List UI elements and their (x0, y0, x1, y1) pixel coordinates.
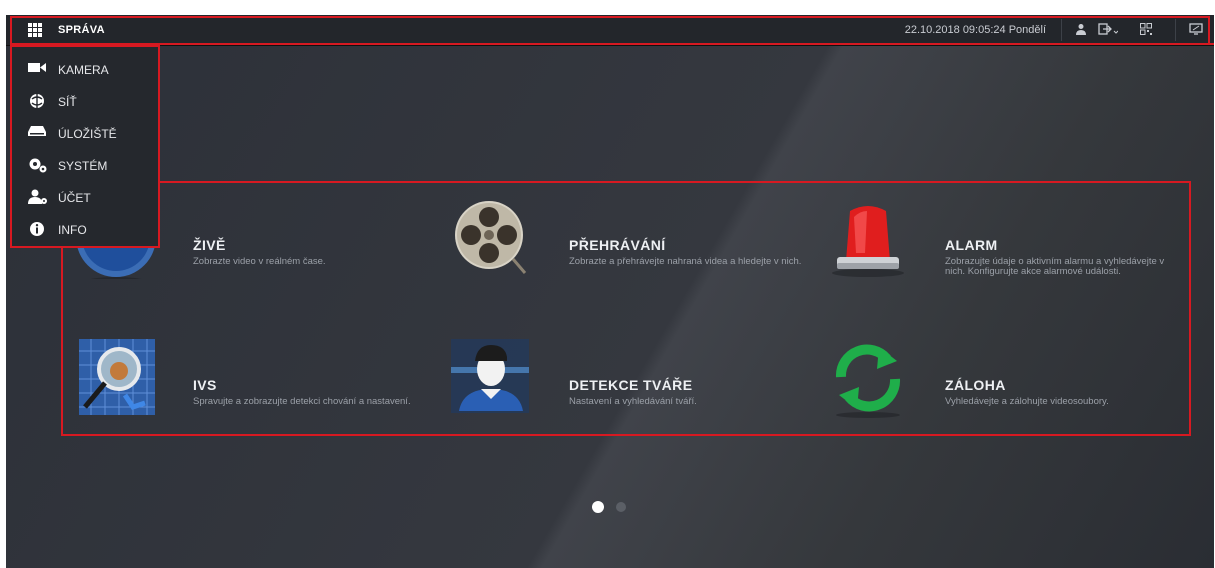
camera-icon (28, 61, 46, 77)
sidebar-item-label: INFO (58, 223, 87, 237)
module-title: ŽIVĚ (193, 237, 226, 253)
sidebar-item-account[interactable]: ÚČET (12, 183, 158, 211)
network-icon (28, 93, 46, 109)
highlight-line (10, 43, 1214, 45)
sidebar-menu: KAMERA SÍŤ ÚLOŽIŠTĚ SYSTÉM ÚČET INFO (10, 45, 160, 248)
module-grid: ŽIVĚ Zobrazte video v reálném čase. PŘEH… (61, 181, 1191, 436)
module-backup[interactable]: ZÁLOHA Vyhledávejte a zálohujte videosou… (827, 337, 1197, 447)
module-title: ALARM (945, 237, 998, 253)
module-alarm[interactable]: ALARM Zobrazujte údaje o aktivním alarmu… (827, 197, 1197, 307)
module-description: Nastavení a vyhledávání tváří. (569, 396, 697, 407)
module-description: Zobrazte video v reálném čase. (193, 256, 326, 267)
film-reel-icon (451, 197, 533, 279)
sidebar-item-label: SYSTÉM (58, 159, 108, 173)
account-icon (28, 189, 47, 205)
module-ivs[interactable]: IVS Spravujte a zobrazujte detekci chová… (75, 337, 445, 447)
module-description: Zobrazujte údaje o aktivním alarmu a vyh… (945, 256, 1165, 277)
module-title: DETEKCE TVÁŘE (569, 377, 693, 393)
info-icon (28, 221, 46, 237)
sidebar-item-info[interactable]: INFO (12, 215, 158, 243)
sidebar-item-label: SÍŤ (58, 95, 77, 109)
sidebar-item-system[interactable]: SYSTÉM (12, 151, 158, 179)
module-description: Vyhledávejte a zálohujte videosoubory. (945, 396, 1109, 407)
sidebar-item-camera[interactable]: KAMERA (12, 55, 158, 83)
module-face-detection[interactable]: DETEKCE TVÁŘE Nastavení a vyhledávání tv… (451, 337, 821, 447)
sidebar-item-label: ÚLOŽIŠTĚ (58, 127, 117, 141)
magnifier-icon (75, 337, 157, 419)
sidebar-item-storage[interactable]: ÚLOŽIŠTĚ (12, 119, 158, 147)
page-dot[interactable] (616, 502, 626, 512)
module-title: IVS (193, 377, 217, 393)
module-playback[interactable]: PŘEHRÁVÁNÍ Zobrazte a přehrávejte nahran… (451, 197, 821, 307)
module-description: Spravujte a zobrazujte detekci chování a… (193, 396, 411, 407)
module-description: Zobrazte a přehrávejte nahraná videa a h… (569, 256, 802, 267)
face-detection-icon (451, 337, 533, 419)
storage-icon (28, 125, 46, 141)
highlight-box-topbar (10, 16, 1210, 43)
alarm-siren-icon (827, 197, 909, 279)
module-title: PŘEHRÁVÁNÍ (569, 237, 666, 253)
sidebar-item-label: KAMERA (58, 63, 109, 77)
gears-icon (28, 157, 47, 173)
backup-refresh-icon (827, 337, 909, 419)
app-window: SPRÁVA 22.10.2018 09:05:24 Pondělí ŽIVĚ … (6, 15, 1214, 568)
module-title: ZÁLOHA (945, 377, 1006, 393)
sidebar-item-network[interactable]: SÍŤ (12, 87, 158, 115)
page-dot-active[interactable] (592, 501, 604, 513)
sidebar-item-label: ÚČET (58, 191, 91, 205)
